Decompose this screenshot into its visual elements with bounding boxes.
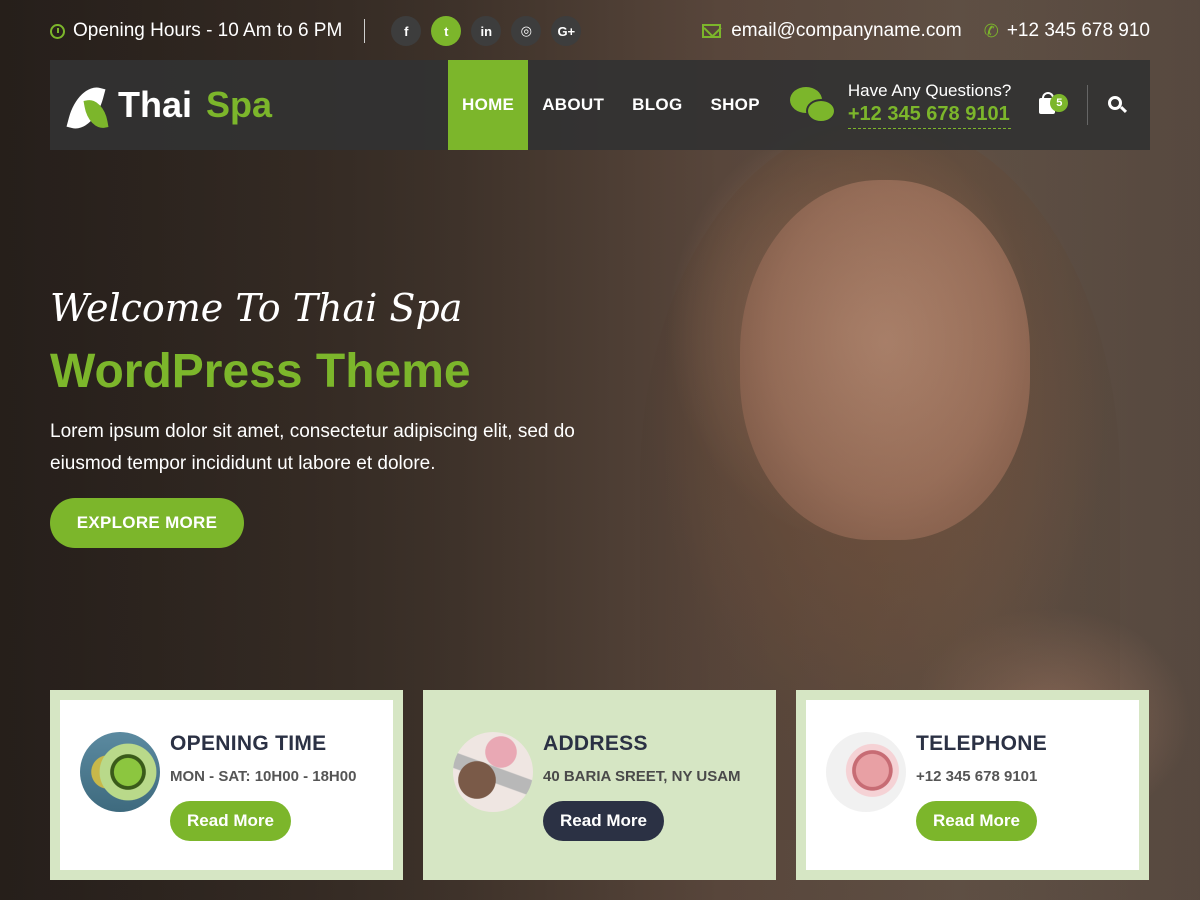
chat-icon: [789, 85, 840, 125]
logo-word-spa: Spa: [206, 84, 273, 125]
nav-item-shop[interactable]: SHOP: [696, 60, 773, 150]
social-links: f t in ◎ G+: [391, 16, 582, 46]
questions-label: Have Any Questions?: [847, 81, 1012, 100]
card-title: TELEPHONE: [916, 732, 1048, 755]
mail-icon: [702, 24, 722, 38]
card-telephone: TELEPHONE +12 345 678 9101 Read More: [796, 690, 1149, 880]
card-title: ADDRESS: [543, 732, 648, 755]
leaf-logo-icon: [66, 77, 112, 134]
opening-hours: Opening Hours - 10 Am to 6 PM: [50, 20, 342, 42]
twitter-icon[interactable]: t: [431, 16, 462, 46]
divider: [364, 19, 366, 43]
opening-hours-text: Opening Hours - 10 Am to 6 PM: [73, 20, 343, 41]
card-title: OPENING TIME: [170, 732, 327, 755]
main-navbar: Thai Spa HOME ABOUT BLOG SHOP Have Any Qu…: [50, 60, 1150, 150]
questions-phone[interactable]: +12 345 678 9101: [847, 103, 1012, 129]
phone-icon: ✆: [983, 20, 999, 41]
hero-description: Lorem ipsum dolor sit amet, consectetur …: [50, 421, 575, 474]
read-more-button[interactable]: Read More: [170, 801, 291, 841]
read-more-button[interactable]: Read More: [543, 801, 664, 841]
nav-item-about[interactable]: ABOUT: [528, 60, 618, 150]
site-logo[interactable]: Thai Spa: [66, 77, 448, 134]
questions-block: Have Any Questions? +12 345 678 9101: [789, 81, 1012, 129]
top-bar: Opening Hours - 10 Am to 6 PM f t in ◎ G…: [50, 12, 1150, 50]
cart-count-badge: 5: [1050, 94, 1069, 112]
cart-button[interactable]: 5: [1037, 90, 1069, 120]
search-icon[interactable]: [1108, 96, 1128, 114]
makeup-brush-image: [453, 732, 533, 812]
card-subtitle: +12 345 678 9101: [916, 768, 1038, 785]
hero-welcome: Welcome To Thai Spa: [50, 286, 463, 330]
logo-word-thai: Thai: [118, 84, 193, 125]
spa-oil-image: [80, 732, 160, 812]
linkedin-icon[interactable]: in: [471, 16, 502, 46]
primary-nav: HOME ABOUT BLOG SHOP: [448, 60, 774, 150]
card-subtitle: MON - SAT: 10H00 - 18H00: [170, 768, 357, 785]
hero-headline: WordPress Theme: [50, 345, 471, 398]
info-cards: OPENING TIME MON - SAT: 10H00 - 18H00 Re…: [50, 690, 1150, 880]
card-subtitle: 40 BARIA SREET, NY USAM: [543, 768, 741, 785]
read-more-button[interactable]: Read More: [916, 801, 1037, 841]
clock-icon: [50, 23, 65, 39]
contact-info: email@companyname.com ✆ +12 345 678 910: [702, 20, 1150, 42]
google-plus-icon[interactable]: G+: [551, 16, 582, 46]
explore-more-button[interactable]: EXPLORE MORE: [50, 498, 244, 548]
logo-text: Thai Spa: [118, 84, 272, 126]
card-opening-time: OPENING TIME MON - SAT: 10H00 - 18H00 Re…: [50, 690, 403, 880]
nav-item-home[interactable]: HOME: [448, 60, 529, 150]
compact-powder-image: [826, 732, 906, 812]
card-address: ADDRESS 40 BARIA SREET, NY USAM Read Mor…: [423, 690, 776, 880]
email-link[interactable]: email@companyname.com: [731, 20, 962, 42]
instagram-icon[interactable]: ◎: [511, 16, 542, 46]
nav-item-blog[interactable]: BLOG: [618, 60, 696, 150]
phone-link[interactable]: +12 345 678 910: [1007, 20, 1150, 42]
facebook-icon[interactable]: f: [391, 16, 422, 46]
divider: [1087, 85, 1089, 125]
